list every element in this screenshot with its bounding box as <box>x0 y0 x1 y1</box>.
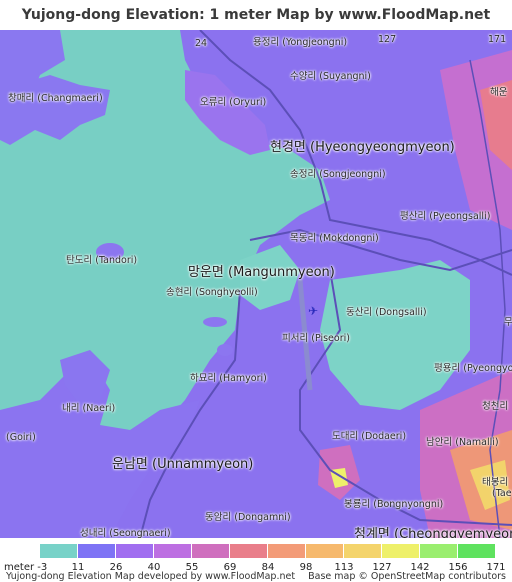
place-hyeongyeong: 현경면 (Hyeongyeongmyeon) <box>270 140 455 155</box>
place-taebongri: 태봉리 <box>482 477 509 488</box>
islet-south <box>217 344 233 356</box>
credit-developer: Yujong-dong Elevation Map developed by w… <box>6 571 296 582</box>
place-mu: 무 <box>504 317 512 328</box>
road-number-127: 127 <box>378 34 397 45</box>
place-dongsalli: 동산리 (Dongsalli) <box>346 307 427 318</box>
place-songhyeolli: 송현리 (Songhyeolli) <box>166 287 258 298</box>
place-tandori: 탄도리 (Tandori) <box>66 255 138 266</box>
place-seongnaeri: 성내리 (Seongnaeri) <box>80 528 171 538</box>
place-unnam: 운남면 (Unnammyeon) <box>112 457 254 472</box>
legend-swatch <box>458 544 495 558</box>
legend-swatch <box>192 544 229 558</box>
place-pyeongyongni: 평용리 (Pyeongyo <box>434 363 512 374</box>
legend-swatch <box>116 544 153 558</box>
place-oryuri: 오류리 (Oryuri) <box>200 97 267 108</box>
map-title: Yujong-dong Elevation: 1 meter Map by ww… <box>21 7 491 53</box>
legend-swatch <box>306 544 343 558</box>
place-piseori: 피서리 (Piseori) <box>282 333 350 344</box>
legend-swatch <box>382 544 419 558</box>
place-haeun: 해운 <box>490 87 508 98</box>
road-number-24: 24 <box>195 38 208 49</box>
legend-swatch <box>344 544 381 558</box>
place-cheongseokri: 청천리 <box>482 401 509 412</box>
place-mokdongni: 목동리 (Mokdongni) <box>290 233 379 244</box>
place-dodaeri: 도대리 (Dodaeri) <box>332 431 407 442</box>
elevation-map[interactable]: ✈ 용정리 (Yongjeongni) 24 127 171 창매리 (Chan… <box>0 30 512 538</box>
legend-swatch <box>268 544 305 558</box>
place-hamyori: 하묘리 (Hamyori) <box>190 373 267 384</box>
legend-swatch <box>154 544 191 558</box>
legend-swatch <box>230 544 267 558</box>
place-changmaeri: 창매리 (Changmaeri) <box>8 93 103 104</box>
place-yongjeongni: 용정리 (Yongjeongni) <box>253 37 348 48</box>
legend-swatch <box>78 544 115 558</box>
place-dongamni: 동암리 (Dongamni) <box>205 512 291 523</box>
place-songjeongni: 송정리 (Songjeongni) <box>290 169 386 180</box>
place-cheonggye: 청계면 (Cheonggyemyeon) <box>354 527 512 538</box>
credit-basemap: Base map © OpenStreetMap contributors <box>308 571 506 582</box>
islet-songhyeon <box>203 317 227 327</box>
place-pyeongsalli: 평산리 (Pyeongsalli) <box>400 211 491 222</box>
road-number-171: 171 <box>488 34 507 45</box>
place-naeri: 내리 (Naeri) <box>62 403 116 414</box>
airport-icon: ✈ <box>308 304 318 318</box>
place-namalli: 남안리 (Namalli) <box>426 437 499 448</box>
place-tae: (Tae <box>492 488 512 499</box>
legend-swatch <box>420 544 457 558</box>
place-suyangni: 수양리 (Suyangni) <box>290 71 371 82</box>
place-goiri: (Goiri) <box>6 432 36 443</box>
place-bongnyongni: 봉룡리 (Bongnyongni) <box>344 499 444 510</box>
place-mangun: 망운면 (Mangunmyeon) <box>188 265 335 280</box>
legend-swatch <box>40 544 77 558</box>
